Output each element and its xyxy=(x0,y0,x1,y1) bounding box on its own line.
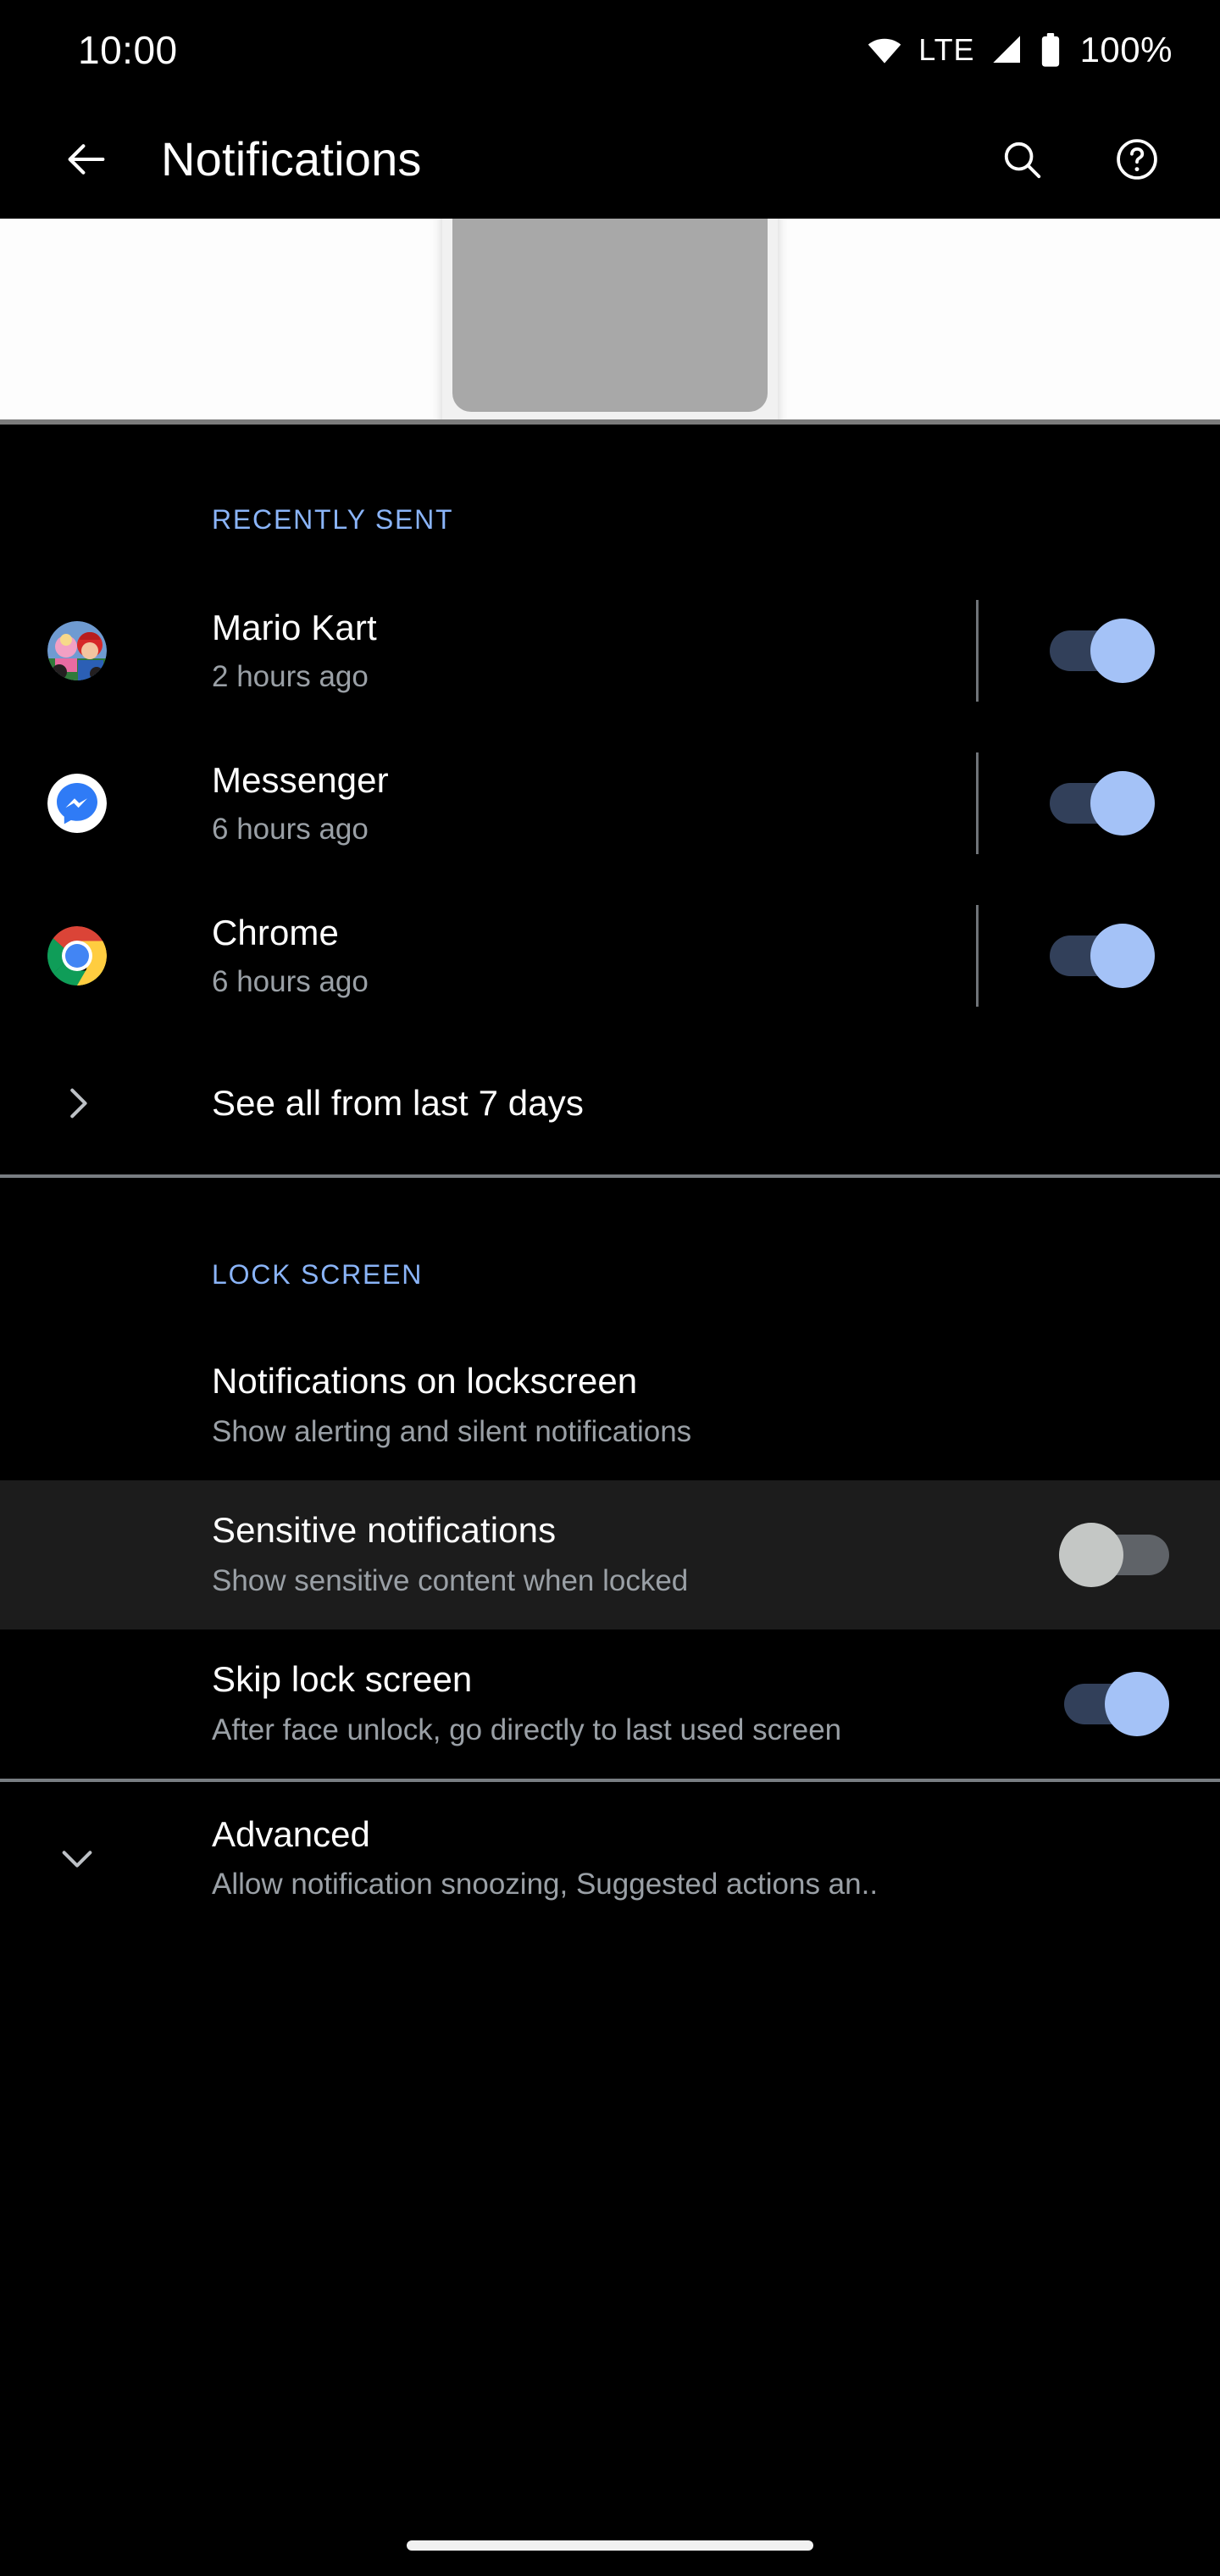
see-all-row[interactable]: See all from last 7 days xyxy=(0,1032,1220,1174)
section-divider xyxy=(0,1779,1220,1782)
toggle-thumb xyxy=(1090,619,1155,683)
battery-full-icon xyxy=(1040,32,1062,68)
search-icon[interactable] xyxy=(983,120,1061,198)
status-bar-indicators: LTE 100% xyxy=(866,30,1173,70)
toggle-thumb xyxy=(1105,1672,1169,1736)
list-item[interactable]: Mario Kart 2 hours ago xyxy=(0,575,1220,727)
chevron-down-icon xyxy=(47,1829,107,1888)
battery-percent-label: 100% xyxy=(1079,30,1173,69)
app-notification-toggle[interactable] xyxy=(1045,619,1155,683)
messenger-icon xyxy=(47,774,107,833)
app-timestamp: 6 hours ago xyxy=(212,964,369,998)
app-timestamp: 2 hours ago xyxy=(212,659,369,693)
wifi-icon xyxy=(866,31,903,69)
status-bar: 10:00 LTE 100% xyxy=(0,0,1220,100)
pref-text: Skip lock screen After face unlock, go d… xyxy=(212,1658,1008,1749)
pref-notifications-on-lockscreen[interactable]: Notifications on lockscreen Show alertin… xyxy=(0,1331,1220,1480)
phone-illustration-screen xyxy=(452,219,768,412)
row-divider xyxy=(976,752,979,854)
pref-toggle-cell[interactable] xyxy=(1008,1672,1220,1736)
row-divider xyxy=(976,905,979,1007)
mario-kart-icon xyxy=(47,621,107,680)
section-header-lock-screen: LOCK SCREEN xyxy=(212,1259,424,1290)
pref-skip-lock-screen[interactable]: Skip lock screen After face unlock, go d… xyxy=(0,1629,1220,1779)
app-bar: Notifications xyxy=(0,100,1220,219)
advanced-title: Advanced xyxy=(212,1813,370,1854)
arrow-back-icon[interactable] xyxy=(49,122,124,197)
network-type-label: LTE xyxy=(918,32,975,67)
chevron-right-icon xyxy=(47,1074,107,1133)
pref-subtitle: Show sensitive content when locked xyxy=(212,1563,689,1597)
help-circle-icon[interactable] xyxy=(1098,120,1176,198)
settings-content: RECENTLY SENT Mario Kart 2 hours ago Mes… xyxy=(0,425,1220,1935)
list-item[interactable]: Messenger 6 hours ago xyxy=(0,727,1220,880)
pref-sensitive-notifications[interactable]: Sensitive notifications Show sensitive c… xyxy=(0,1480,1220,1629)
phone-illustration-body xyxy=(442,219,778,425)
page-title: Notifications xyxy=(161,132,422,186)
pref-text: Notifications on lockscreen Show alertin… xyxy=(212,1360,1220,1451)
section-header-recently-sent: RECENTLY SENT xyxy=(212,504,454,535)
toggle-thumb xyxy=(1090,924,1155,988)
list-item-text: Chrome 6 hours ago xyxy=(212,912,976,1000)
row-divider xyxy=(976,600,979,702)
list-item-text: Mario Kart 2 hours ago xyxy=(212,607,976,695)
app-timestamp: 6 hours ago xyxy=(212,812,369,846)
app-notification-toggle[interactable] xyxy=(1045,771,1155,836)
chrome-icon xyxy=(47,926,107,985)
app-name: Messenger xyxy=(212,760,389,801)
phone-illustration xyxy=(0,219,1220,425)
navigation-bar xyxy=(0,2500,1220,2576)
toggle-thumb xyxy=(1090,771,1155,836)
pref-title: Skip lock screen xyxy=(212,1659,473,1700)
advanced-text: Advanced Allow notification snoozing, Su… xyxy=(212,1813,878,1903)
advanced-subtitle: Allow notification snoozing, Suggested a… xyxy=(212,1868,879,1901)
app-name: Chrome xyxy=(212,913,339,953)
app-notification-toggle[interactable] xyxy=(1045,924,1155,988)
pref-subtitle: Show alerting and silent notifications xyxy=(212,1414,692,1448)
advanced-row[interactable]: Advanced Allow notification snoozing, Su… xyxy=(0,1782,1220,1935)
signal-bars-icon xyxy=(990,33,1024,67)
skip-lock-screen-toggle[interactable] xyxy=(1059,1672,1169,1736)
pref-title: Notifications on lockscreen xyxy=(212,1361,638,1402)
sensitive-notifications-toggle[interactable] xyxy=(1059,1523,1169,1587)
home-gesture-pill[interactable] xyxy=(407,2540,813,2551)
pref-toggle-cell[interactable] xyxy=(1008,1523,1220,1587)
app-toggle-cell[interactable] xyxy=(979,924,1220,988)
status-bar-clock: 10:00 xyxy=(78,28,178,72)
list-item[interactable]: Chrome 6 hours ago xyxy=(0,880,1220,1032)
pref-title: Sensitive notifications xyxy=(212,1510,557,1551)
app-toggle-cell[interactable] xyxy=(979,619,1220,683)
app-toggle-cell[interactable] xyxy=(979,771,1220,836)
app-name: Mario Kart xyxy=(212,608,377,648)
pref-subtitle: After face unlock, go directly to last u… xyxy=(212,1713,842,1746)
hero-bottom-rule xyxy=(0,419,1220,425)
section-divider xyxy=(0,1174,1220,1178)
see-all-label: See all from last 7 days xyxy=(212,1083,584,1123)
toggle-thumb xyxy=(1059,1523,1123,1587)
list-item-text: Messenger 6 hours ago xyxy=(212,759,976,847)
pref-text: Sensitive notifications Show sensitive c… xyxy=(212,1509,1008,1600)
